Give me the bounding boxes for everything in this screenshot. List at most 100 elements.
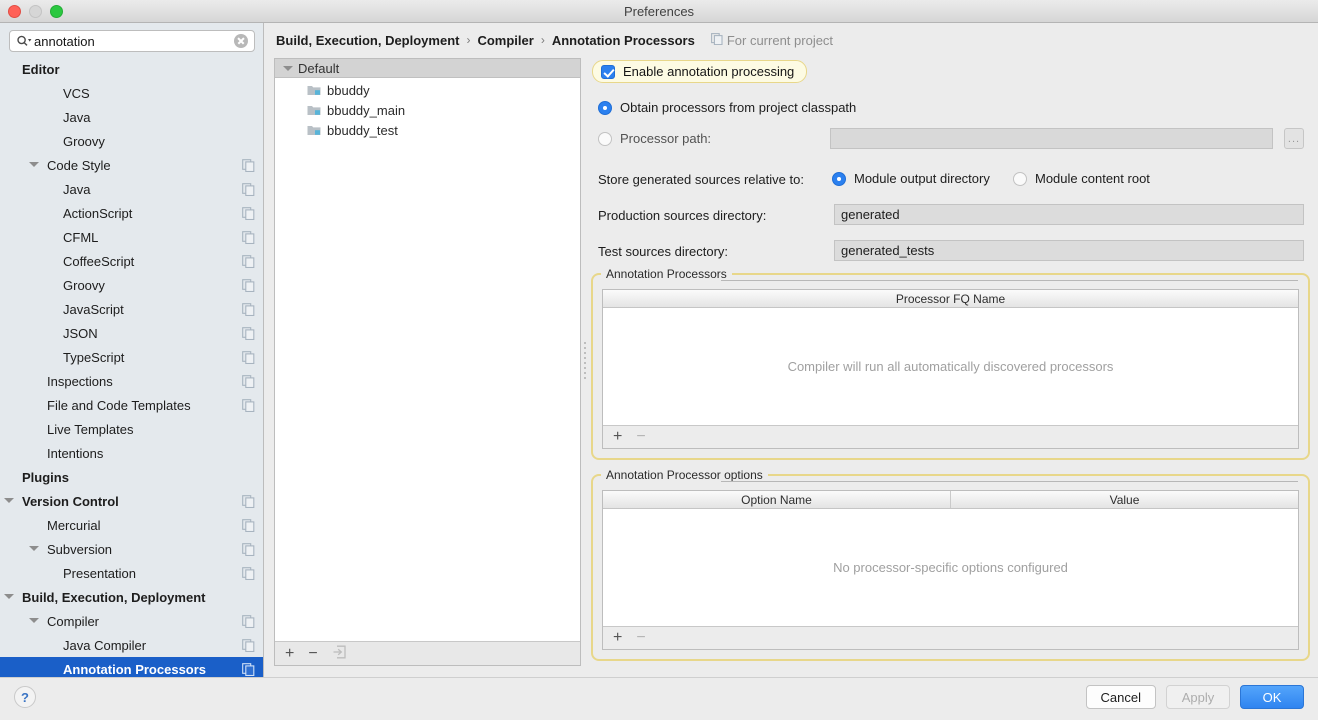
- modules-group-header[interactable]: Default: [275, 59, 580, 78]
- processor-path-row[interactable]: Processor path:: [598, 131, 711, 146]
- sidebar-item-cfml[interactable]: CFML: [0, 225, 263, 249]
- processors-table: Processor FQ Name Compiler will run all …: [602, 289, 1299, 449]
- store-relative-label: Store generated sources relative to:: [598, 172, 804, 187]
- obtain-from-classpath-row[interactable]: Obtain processors from project classpath: [598, 100, 856, 115]
- sidebar-item-inspections[interactable]: Inspections: [0, 369, 263, 393]
- module-list-item[interactable]: bbuddy_main: [275, 100, 580, 120]
- sidebar-item-groovy[interactable]: Groovy: [0, 273, 263, 297]
- chevron-down-icon[interactable]: [29, 616, 39, 626]
- annotation-processor-options-group: Annotation Processor options Option Name…: [591, 468, 1310, 661]
- copy-icon[interactable]: [242, 302, 255, 316]
- maximize-window-button[interactable]: [50, 5, 63, 18]
- sidebar-item-typescript[interactable]: TypeScript: [0, 345, 263, 369]
- sidebar-item-file-and-code-templates[interactable]: File and Code Templates: [0, 393, 263, 417]
- copy-icon[interactable]: [242, 350, 255, 364]
- chevron-down-icon[interactable]: [29, 160, 39, 170]
- chevron-down-icon[interactable]: [29, 544, 39, 554]
- dialog-buttons: Cancel Apply OK: [1085, 685, 1304, 709]
- module-output-directory-radio[interactable]: [832, 171, 846, 186]
- sidebar-item-label: Live Templates: [47, 421, 134, 437]
- copy-icon[interactable]: [242, 326, 255, 340]
- add-module-button[interactable]: +: [285, 645, 294, 662]
- copy-icon[interactable]: [242, 662, 255, 676]
- test-sources-input[interactable]: generated_tests: [834, 240, 1304, 261]
- sidebar-item-compiler[interactable]: Compiler: [0, 609, 263, 633]
- add-option-button[interactable]: +: [613, 630, 622, 646]
- import-module-icon[interactable]: [332, 645, 347, 663]
- copy-icon[interactable]: [242, 158, 255, 172]
- sidebar-item-java[interactable]: Java: [0, 177, 263, 201]
- module-list-item[interactable]: bbuddy_test: [275, 120, 580, 140]
- sidebar-item-mercurial[interactable]: Mercurial: [0, 513, 263, 537]
- cancel-button[interactable]: Cancel: [1085, 685, 1156, 709]
- close-window-button[interactable]: [8, 5, 21, 18]
- production-sources-input[interactable]: generated: [834, 204, 1304, 225]
- sidebar-item-vcs[interactable]: VCS: [0, 81, 263, 105]
- sidebar-item-javascript[interactable]: JavaScript: [0, 297, 263, 321]
- sidebar-item-coffeescript[interactable]: CoffeeScript: [0, 249, 263, 273]
- breadcrumb-separator: ›: [466, 33, 471, 47]
- module-content-root-radio[interactable]: [1013, 171, 1027, 186]
- sidebar-item-live-templates[interactable]: Live Templates: [0, 417, 263, 441]
- obtain-from-classpath-radio[interactable]: [598, 100, 612, 115]
- module-content-root-row[interactable]: Module content root: [1013, 171, 1150, 186]
- processor-path-browse-button[interactable]: ...: [1284, 128, 1304, 149]
- chevron-down-icon[interactable]: [4, 592, 14, 602]
- breadcrumb-item-0[interactable]: Build, Execution, Deployment: [276, 33, 459, 48]
- copy-icon[interactable]: [242, 230, 255, 244]
- sidebar-item-subversion[interactable]: Subversion: [0, 537, 263, 561]
- sidebar-item-version-control[interactable]: Version Control: [0, 489, 263, 513]
- sidebar-item-editor[interactable]: Editor: [0, 57, 263, 81]
- production-sources-label: Production sources directory:: [598, 208, 767, 223]
- ok-button[interactable]: OK: [1240, 685, 1304, 709]
- copy-icon[interactable]: [242, 614, 255, 628]
- copy-icon[interactable]: [242, 566, 255, 580]
- sidebar-item-presentation[interactable]: Presentation: [0, 561, 263, 585]
- search-input-value[interactable]: annotation: [34, 34, 234, 49]
- processor-path-input[interactable]: [830, 128, 1273, 149]
- panel-splitter[interactable]: [582, 330, 588, 390]
- copy-icon[interactable]: [242, 494, 255, 508]
- copy-icon[interactable]: [242, 278, 255, 292]
- sidebar-item-label: JSON: [63, 325, 98, 341]
- sidebar-item-json[interactable]: JSON: [0, 321, 263, 345]
- copy-icon[interactable]: [242, 638, 255, 652]
- breadcrumb-item-1[interactable]: Compiler: [477, 33, 533, 48]
- add-processor-button[interactable]: +: [613, 429, 622, 445]
- sidebar-item-actionscript[interactable]: ActionScript: [0, 201, 263, 225]
- sidebar-item-annotation-processors[interactable]: Annotation Processors: [0, 657, 263, 677]
- remove-module-button[interactable]: −: [308, 645, 317, 662]
- search-field[interactable]: annotation: [9, 30, 255, 52]
- module-icon: [307, 84, 321, 96]
- minimize-window-button[interactable]: [29, 5, 42, 18]
- sidebar-item-build-execution-deployment[interactable]: Build, Execution, Deployment: [0, 585, 263, 609]
- chevron-down-icon[interactable]: [4, 496, 14, 506]
- annotation-processors-pane: Enable annotation processing Obtain proc…: [590, 57, 1312, 669]
- module-output-directory-row[interactable]: Module output directory: [832, 171, 990, 186]
- help-button[interactable]: ?: [14, 686, 36, 708]
- remove-option-button[interactable]: −: [636, 630, 645, 646]
- title-bar: Preferences: [0, 0, 1318, 23]
- copy-icon[interactable]: [242, 398, 255, 412]
- enable-annotation-processing-checkbox[interactable]: [601, 64, 615, 79]
- column-value: Value: [950, 491, 1298, 508]
- sidebar-item-java-compiler[interactable]: Java Compiler: [0, 633, 263, 657]
- copy-icon[interactable]: [242, 542, 255, 556]
- sidebar-item-groovy[interactable]: Groovy: [0, 129, 263, 153]
- copy-icon: [710, 32, 723, 48]
- copy-icon[interactable]: [242, 518, 255, 532]
- sidebar-item-plugins[interactable]: Plugins: [0, 465, 263, 489]
- enable-annotation-processing-row[interactable]: Enable annotation processing: [592, 60, 808, 83]
- copy-icon[interactable]: [242, 254, 255, 268]
- remove-processor-button[interactable]: −: [636, 429, 645, 445]
- copy-icon[interactable]: [242, 374, 255, 388]
- clear-search-icon[interactable]: [234, 34, 248, 48]
- sidebar-item-java[interactable]: Java: [0, 105, 263, 129]
- copy-icon[interactable]: [242, 182, 255, 196]
- sidebar-item-intentions[interactable]: Intentions: [0, 441, 263, 465]
- sidebar-item-code-style[interactable]: Code Style: [0, 153, 263, 177]
- apply-button[interactable]: Apply: [1166, 685, 1230, 709]
- copy-icon[interactable]: [242, 206, 255, 220]
- processor-path-radio[interactable]: [598, 131, 612, 146]
- module-list-item[interactable]: bbuddy: [275, 80, 580, 100]
